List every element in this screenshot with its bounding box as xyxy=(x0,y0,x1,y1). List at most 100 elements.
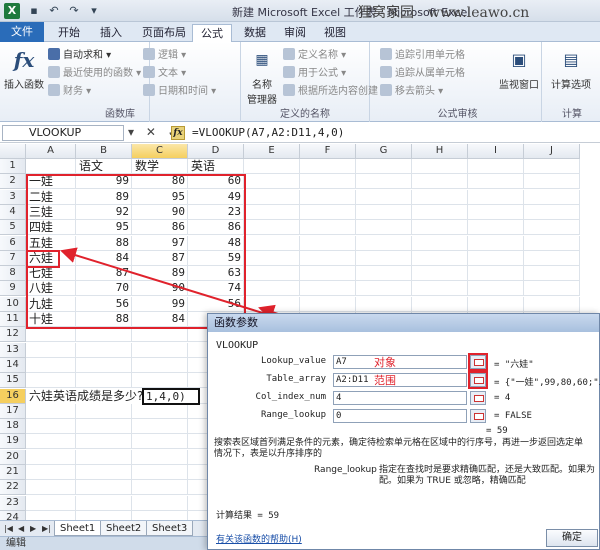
row-header[interactable]: 23 xyxy=(0,495,26,511)
table-cell[interactable] xyxy=(76,449,132,465)
score-chinese[interactable]: 92 xyxy=(76,205,132,220)
student-name[interactable]: 五娃 xyxy=(26,236,76,251)
score-english[interactable]: 63 xyxy=(188,266,244,281)
table-cell[interactable] xyxy=(468,159,524,174)
table-cell[interactable] xyxy=(356,296,412,312)
column-header[interactable]: E xyxy=(244,144,300,159)
table-cell[interactable] xyxy=(26,449,76,465)
ok-button[interactable]: 确定 xyxy=(546,529,598,547)
table-cell[interactable] xyxy=(412,159,468,174)
trace-precedents-button[interactable]: 追踪引用单元格 xyxy=(380,48,465,64)
table-cell[interactable] xyxy=(132,449,188,465)
table-cell[interactable] xyxy=(300,159,356,174)
student-name[interactable]: 七娃 xyxy=(26,266,76,281)
row-header[interactable]: 15 xyxy=(0,373,26,389)
table-cell[interactable] xyxy=(356,281,412,297)
table-cell[interactable] xyxy=(244,220,300,236)
table-cell[interactable] xyxy=(524,250,580,266)
score-english[interactable]: 74 xyxy=(188,281,244,296)
tab-data[interactable]: 数据 xyxy=(236,24,274,42)
score-math[interactable]: 89 xyxy=(132,266,188,281)
table-cell[interactable] xyxy=(412,266,468,282)
watch-window-button[interactable]: ▣ 监视窗口 xyxy=(498,46,540,91)
table-cell[interactable] xyxy=(26,510,76,520)
score-math[interactable]: 84 xyxy=(132,312,188,327)
score-math[interactable]: 80 xyxy=(132,174,188,189)
prev-sheet-icon[interactable]: ◀ xyxy=(18,524,24,533)
table-cell[interactable] xyxy=(76,510,132,520)
row-header[interactable]: 11 xyxy=(0,312,26,327)
define-name-button[interactable]: 定义名称 ▾ xyxy=(283,48,346,64)
table-cell[interactable] xyxy=(356,220,412,236)
table-cell[interactable] xyxy=(244,204,300,220)
tab-insert[interactable]: 插入 xyxy=(92,24,130,42)
tab-page-layout[interactable]: 页面布局 xyxy=(134,24,194,42)
table-cell[interactable] xyxy=(468,296,524,312)
tab-home[interactable]: 开始 xyxy=(50,24,88,42)
student-name[interactable]: 八娃 xyxy=(26,281,76,296)
range-select-icon[interactable] xyxy=(470,409,486,423)
table-cell[interactable] xyxy=(132,419,188,435)
table-cell[interactable] xyxy=(244,235,300,251)
score-chinese[interactable]: 99 xyxy=(76,174,132,189)
column-header[interactable]: J xyxy=(524,144,580,159)
score-chinese[interactable]: 95 xyxy=(76,220,132,235)
table-cell[interactable] xyxy=(76,480,132,496)
name-manager-button[interactable]: ▦ 名称 管理器 xyxy=(245,46,279,106)
student-name[interactable]: 六娃 xyxy=(26,251,76,266)
row-header[interactable]: 4 xyxy=(0,204,26,220)
table-cell[interactable] xyxy=(412,189,468,205)
table-cell[interactable] xyxy=(26,159,76,174)
table-cell[interactable] xyxy=(26,342,76,358)
column-header[interactable]: C xyxy=(132,144,188,159)
table-cell[interactable] xyxy=(412,220,468,236)
table-cell[interactable] xyxy=(468,250,524,266)
table-cell[interactable] xyxy=(76,495,132,511)
text-button[interactable]: 文本 ▾ xyxy=(143,66,186,82)
table-cell[interactable] xyxy=(524,204,580,220)
table-cell[interactable] xyxy=(132,357,188,373)
row-header[interactable]: 17 xyxy=(0,403,26,419)
sheet-tab-2[interactable]: Sheet2 xyxy=(100,521,148,536)
score-chinese[interactable]: 70 xyxy=(76,281,132,296)
score-chinese[interactable]: 89 xyxy=(76,190,132,205)
row-header[interactable]: 18 xyxy=(0,419,26,435)
table-cell[interactable] xyxy=(524,235,580,251)
score-math[interactable]: 90 xyxy=(132,281,188,296)
table-cell[interactable] xyxy=(132,480,188,496)
range-select-icon[interactable] xyxy=(468,353,488,371)
column-header[interactable]: B xyxy=(76,144,132,159)
row-header[interactable]: 14 xyxy=(0,357,26,373)
table-cell[interactable] xyxy=(412,204,468,220)
table-cell[interactable] xyxy=(524,266,580,282)
score-english[interactable]: 86 xyxy=(188,220,244,235)
score-math[interactable]: 86 xyxy=(132,220,188,235)
row-header[interactable]: 2 xyxy=(0,174,26,190)
score-math[interactable]: 90 xyxy=(132,205,188,220)
table-cell[interactable] xyxy=(76,419,132,435)
column-header[interactable]: I xyxy=(468,144,524,159)
table-cell[interactable] xyxy=(300,281,356,297)
table-cell[interactable] xyxy=(26,419,76,435)
table-cell[interactable] xyxy=(356,266,412,282)
score-english[interactable]: 48 xyxy=(188,236,244,251)
table-cell[interactable] xyxy=(412,281,468,297)
row-header[interactable]: 9 xyxy=(0,281,26,297)
table-cell[interactable] xyxy=(356,189,412,205)
formula-input[interactable]: =VLOOKUP(A7,A2:D11,4,0) xyxy=(192,126,344,139)
table-cell[interactable] xyxy=(468,189,524,205)
row-header[interactable]: 7 xyxy=(0,250,26,266)
table-cell[interactable] xyxy=(132,434,188,450)
table-cell[interactable] xyxy=(76,403,132,419)
active-cell-formula[interactable]: 1,4,0) xyxy=(142,387,200,405)
table-cell[interactable] xyxy=(132,342,188,358)
excel-app-icon[interactable]: X xyxy=(4,3,20,19)
table-cell[interactable] xyxy=(26,495,76,511)
last-sheet-icon[interactable]: ▶| xyxy=(42,524,51,533)
column-header[interactable]: H xyxy=(412,144,468,159)
table-cell[interactable] xyxy=(26,357,76,373)
score-chinese[interactable]: 88 xyxy=(76,236,132,251)
student-name[interactable]: 一娃 xyxy=(26,174,76,189)
table-cell[interactable] xyxy=(300,250,356,266)
save-icon[interactable]: ▪ xyxy=(26,3,42,19)
